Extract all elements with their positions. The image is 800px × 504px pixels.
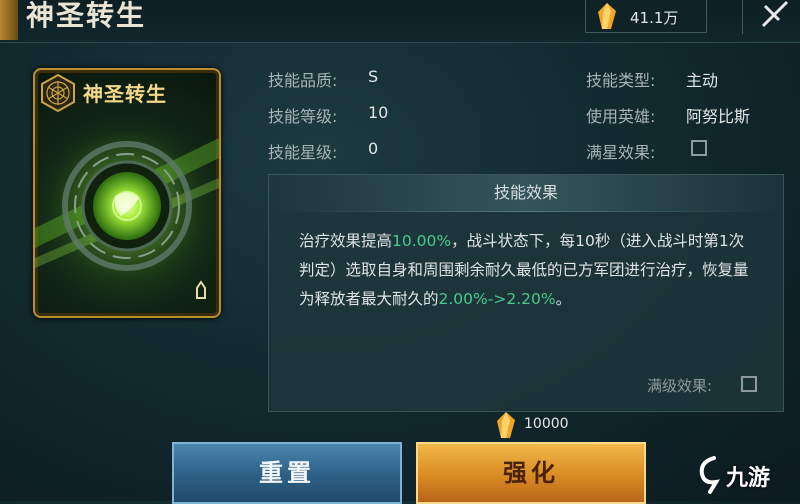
crystal-icon: [598, 3, 616, 29]
title-accent: [0, 0, 18, 40]
watermark: 九游: [692, 452, 798, 498]
close-button[interactable]: [742, 0, 800, 34]
cost-value: 10000: [524, 416, 569, 432]
skill-card: 神圣转生: [33, 68, 221, 318]
desc-part-3: 。: [555, 290, 572, 308]
desc-highlight-2: 2.00%->2.20%: [438, 290, 556, 308]
skill-emblem-icon: [41, 73, 75, 113]
star-value: 0: [368, 139, 379, 158]
full-star-checkbox[interactable]: [691, 140, 707, 156]
card-title: 神圣转生: [83, 82, 167, 106]
watermark-logo-icon: [699, 456, 720, 494]
reset-button[interactable]: 重置: [172, 442, 402, 504]
page-title: 神圣转生: [26, 0, 147, 32]
level-value: 10: [368, 103, 389, 122]
skill-effect-panel: 技能效果 治疗效果提高10.00%，战斗状态下，每10秒（进入战斗时第1次判定）…: [268, 174, 784, 412]
type-value: 主动: [686, 71, 719, 90]
level-label: 技能等级:: [268, 107, 338, 126]
desc-part-1: 治疗效果提高: [299, 232, 393, 250]
crystal-icon: [497, 412, 515, 438]
max-level-label: 满级效果:: [647, 377, 713, 395]
quality-value: S: [368, 67, 379, 86]
skill-art-icon: [35, 126, 219, 286]
divider: [289, 211, 763, 212]
currency-display: 41.1万: [585, 0, 707, 33]
quality-label: 技能品质:: [268, 71, 338, 90]
hero-label: 使用英雄:: [586, 107, 656, 126]
hero-value: 阿努比斯: [686, 107, 751, 126]
effect-description: 治疗效果提高10.00%，战斗状态下，每10秒（进入战斗时第1次判定）选取自身和…: [299, 227, 759, 314]
effect-header: 技能效果: [269, 175, 783, 211]
currency-value: 41.1万: [630, 9, 679, 27]
type-label: 技能类型:: [586, 71, 656, 90]
star-label: 技能星级:: [268, 143, 338, 162]
watermark-text: 九游: [726, 466, 771, 491]
full-star-label: 满星效果:: [586, 143, 656, 162]
enhance-button[interactable]: 强化: [416, 442, 646, 504]
max-level-checkbox[interactable]: [741, 376, 757, 392]
desc-highlight-1: 10.00%: [392, 232, 452, 250]
close-icon: [761, 0, 789, 28]
rank-mark-icon: [196, 280, 206, 299]
top-bar: 神圣转生 41.1万: [0, 0, 800, 43]
